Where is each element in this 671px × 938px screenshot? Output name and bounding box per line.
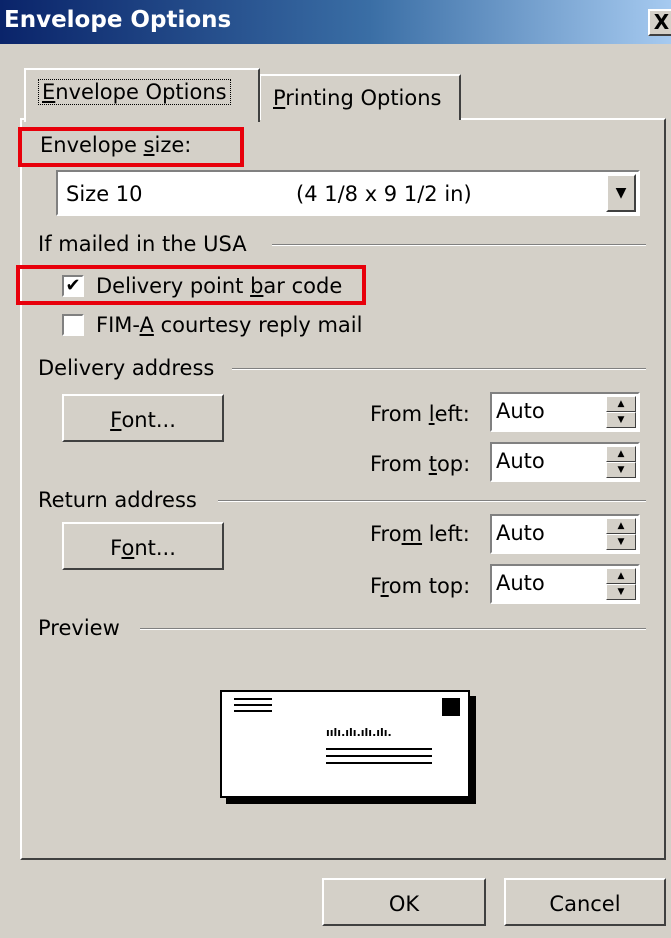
delivery-font-button[interactable]: Font...: [62, 394, 224, 442]
spinner-value: Auto: [496, 521, 545, 545]
envelope-size-select[interactable]: Size 10 (4 1/8 x 9 1/2 in) ▼: [56, 170, 640, 216]
stamp-icon: [442, 698, 460, 716]
envelope-size-name: Size 10: [66, 182, 143, 206]
envelope-size-label: Envelope size:: [40, 133, 192, 157]
group-divider: [140, 628, 646, 630]
address-line: [326, 755, 432, 757]
return-from-left-label: From left:: [370, 522, 470, 546]
tab-label: Envelope Options: [38, 79, 231, 105]
address-line: [326, 748, 432, 750]
return-address-line: [234, 704, 272, 706]
usa-group-title: If mailed in the USA: [38, 232, 247, 256]
envelope-size-dims: (4 1/8 x 9 1/2 in): [296, 182, 472, 206]
delivery-barcode-label[interactable]: Delivery point bar code: [96, 274, 342, 298]
cancel-button[interactable]: Cancel: [504, 878, 666, 926]
return-from-top-label: From top:: [370, 574, 471, 598]
address-line: [326, 762, 432, 764]
delivery-barcode-checkbox[interactable]: ✔: [62, 275, 84, 297]
return-from-top-spinner[interactable]: Auto ▲ ▼: [490, 564, 640, 604]
delivery-from-left-spinner[interactable]: Auto ▲ ▼: [490, 392, 640, 432]
group-divider: [218, 500, 646, 502]
arrow-up-icon[interactable]: ▲: [606, 518, 636, 534]
arrow-down-icon[interactable]: ▼: [606, 584, 636, 600]
arrow-down-icon[interactable]: ▼: [606, 462, 636, 478]
chevron-down-icon[interactable]: ▼: [606, 174, 636, 212]
envelope-preview[interactable]: ıılı.ılı.ılı.ılı.: [220, 690, 470, 798]
tab-label: Printing Options: [273, 86, 442, 110]
arrow-up-icon[interactable]: ▲: [606, 396, 636, 412]
spinner-value: Auto: [496, 399, 545, 423]
arrow-down-icon[interactable]: ▼: [606, 534, 636, 550]
return-address-title: Return address: [38, 488, 197, 512]
tab-printing-options[interactable]: Printing Options: [259, 74, 461, 120]
group-divider: [272, 244, 646, 246]
fim-checkbox[interactable]: [62, 314, 84, 336]
delivery-address-title: Delivery address: [38, 356, 215, 380]
group-divider: [232, 368, 646, 370]
arrow-up-icon[interactable]: ▲: [606, 446, 636, 462]
ok-button[interactable]: OK: [322, 878, 486, 926]
title-bar: Envelope Options: [0, 0, 671, 44]
return-address-line: [234, 698, 272, 700]
spinner-value: Auto: [496, 571, 545, 595]
close-icon[interactable]: X: [648, 9, 671, 36]
return-from-left-spinner[interactable]: Auto ▲ ▼: [490, 514, 640, 554]
delivery-from-left-label: From left:: [370, 402, 470, 426]
tab-envelope-options[interactable]: Envelope Options: [24, 68, 260, 122]
delivery-from-top-spinner[interactable]: Auto ▲ ▼: [490, 442, 640, 482]
arrow-up-icon[interactable]: ▲: [606, 568, 636, 584]
preview-title: Preview: [38, 616, 120, 640]
return-address-line: [234, 710, 272, 712]
return-font-button[interactable]: Font...: [62, 522, 224, 570]
window-title: Envelope Options: [4, 7, 232, 33]
spinner-value: Auto: [496, 449, 545, 473]
arrow-down-icon[interactable]: ▼: [606, 412, 636, 428]
fim-label[interactable]: FIM-A courtesy reply mail: [96, 313, 362, 337]
delivery-from-top-label: From top:: [370, 452, 471, 476]
barcode-icon: ıılı.ılı.ılı.ılı.: [326, 726, 392, 739]
